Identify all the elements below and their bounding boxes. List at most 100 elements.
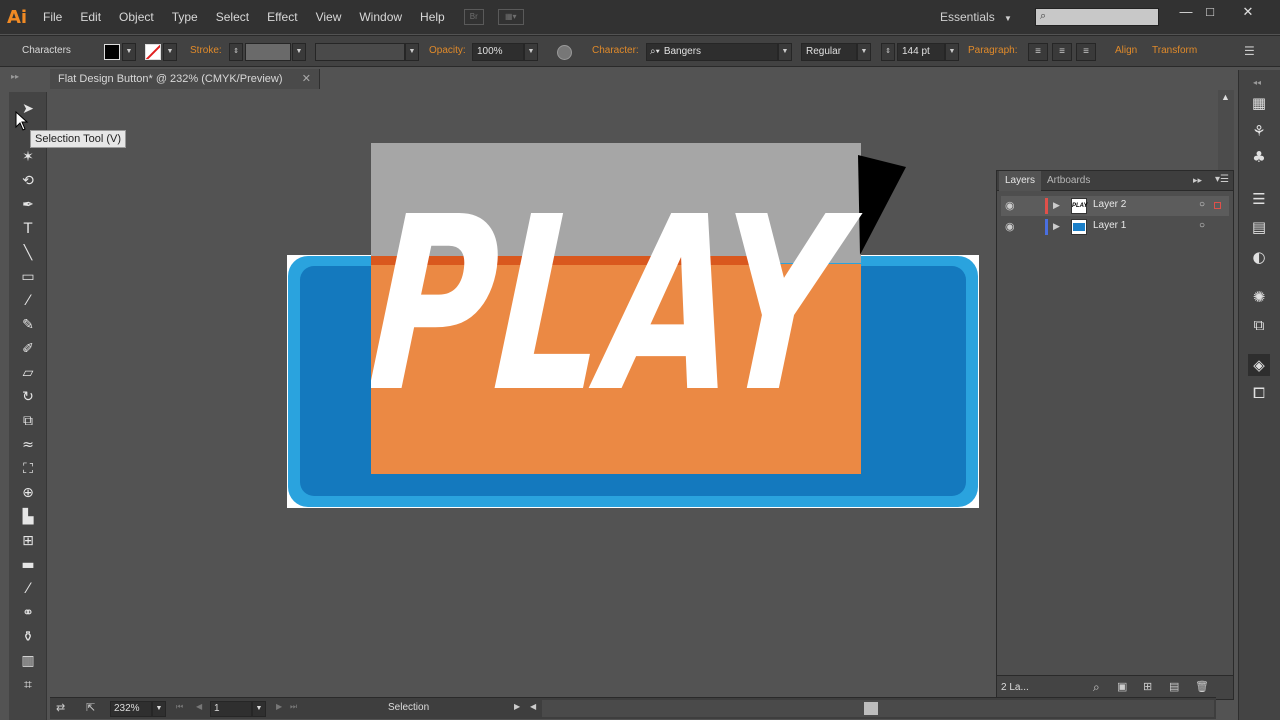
collapse-panel-icon[interactable]: ▸▸ <box>1193 175 1202 186</box>
type-tool-icon[interactable]: T <box>17 218 39 240</box>
maximize-button[interactable]: □ <box>1198 4 1222 20</box>
symbol-sprayer-tool-icon[interactable]: ⚱ <box>17 626 39 648</box>
align-left-icon[interactable]: ≡ <box>1028 43 1048 61</box>
pencil-tool-icon[interactable]: ✎ <box>17 314 39 336</box>
gradient-panel-icon[interactable]: ▤ <box>1248 216 1270 238</box>
blend-tool-icon[interactable]: ⚭ <box>17 602 39 624</box>
layer-row[interactable]: ◉ ▶ Layer 1 ○ <box>1001 217 1229 237</box>
tab-layers[interactable]: Layers <box>999 171 1042 191</box>
minimize-button[interactable]: — <box>1174 4 1198 20</box>
play-text-object[interactable]: PLAY <box>371 143 871 413</box>
free-transform-tool-icon[interactable]: ⛶ <box>17 458 39 480</box>
font-size-stepper[interactable]: ⇕ <box>881 43 895 61</box>
new-sublayer-icon[interactable]: ⊞ <box>1143 680 1152 693</box>
font-style-dropdown[interactable]: ▼ <box>857 43 871 61</box>
zoom-field[interactable]: 232% <box>110 701 152 717</box>
artboard-dropdown[interactable]: ▼ <box>252 701 266 717</box>
menu-window[interactable]: Window <box>350 0 411 34</box>
paragraph-label[interactable]: Paragraph: <box>968 45 1017 56</box>
arrange-documents-icon[interactable]: ▦▾ <box>497 9 524 25</box>
menu-help[interactable]: Help <box>411 0 454 34</box>
new-layer-icon[interactable]: ▤ <box>1169 680 1179 693</box>
menu-file[interactable]: File <box>34 0 71 34</box>
eyedropper-tool-icon[interactable]: ⁄ <box>17 578 39 600</box>
opacity-label[interactable]: Opacity: <box>429 45 466 56</box>
panel-menu-icon[interactable]: ☰ <box>1244 44 1255 58</box>
font-size-dropdown[interactable]: ▼ <box>945 43 959 61</box>
shape-builder-tool-icon[interactable]: ⊕ <box>17 482 39 504</box>
panel-menu-icon[interactable]: ▾☰ <box>1215 174 1229 185</box>
menu-edit[interactable]: Edit <box>71 0 110 34</box>
font-family-dropdown[interactable]: ▼ <box>778 43 792 61</box>
scroll-left-icon[interactable]: ◀ <box>530 702 536 711</box>
share-icon[interactable]: ⇱ <box>86 701 95 714</box>
menu-view[interactable]: View <box>307 0 351 34</box>
recolor-icon[interactable] <box>557 45 572 60</box>
fill-swatch[interactable] <box>104 44 120 60</box>
width-tool-icon[interactable]: ≈ <box>17 434 39 456</box>
tab-artboards[interactable]: Artboards <box>1041 171 1096 191</box>
artboard-number-field[interactable]: 1 <box>210 701 252 717</box>
graph-tool-icon[interactable]: ▥ <box>17 650 39 672</box>
close-icon[interactable]: ✕ <box>302 69 311 89</box>
character-label[interactable]: Character: <box>592 45 639 56</box>
eye-icon[interactable]: ◉ <box>1005 220 1015 233</box>
opacity-dropdown[interactable]: ▼ <box>524 43 538 61</box>
paintbrush-tool-icon[interactable]: ⁄ <box>17 290 39 312</box>
menu-select[interactable]: Select <box>207 0 258 34</box>
layers-icon[interactable]: ◈ <box>1248 354 1270 376</box>
layer-name[interactable]: Layer 2 <box>1093 199 1126 210</box>
previous-artboard-icon[interactable]: ◀ <box>196 702 202 711</box>
gradient-tool-icon[interactable]: ▬ <box>17 554 39 576</box>
transform-panel-link[interactable]: Transform <box>1152 45 1197 56</box>
eraser-tool-icon[interactable]: ▱ <box>17 362 39 384</box>
align-right-icon[interactable]: ≡ <box>1076 43 1096 61</box>
target-icon[interactable]: ○ <box>1199 220 1205 231</box>
menu-object[interactable]: Object <box>110 0 163 34</box>
target-icon[interactable]: ○ <box>1199 199 1205 210</box>
make-clipping-mask-icon[interactable]: ▣ <box>1117 680 1127 693</box>
symbols-icon[interactable]: ♣ <box>1248 146 1270 168</box>
variable-width-profile[interactable] <box>315 43 405 61</box>
dock-grip[interactable]: ◂◂ <box>1253 78 1261 87</box>
opacity-field[interactable]: 100% <box>472 43 524 61</box>
close-window-button[interactable]: ✕ <box>1236 4 1260 20</box>
artboard-tool-icon[interactable]: ⌗ <box>17 674 39 696</box>
font-style-field[interactable]: Regular <box>801 43 857 61</box>
menu-type[interactable]: Type <box>163 0 207 34</box>
pen-tool-icon[interactable]: ✒ <box>17 194 39 216</box>
transparency-icon[interactable]: ◐ <box>1248 246 1270 268</box>
layer-row[interactable]: ◉ ▶ PLAY Layer 2 ○ <box>1001 196 1229 216</box>
horizontal-scroll-thumb[interactable] <box>864 702 878 715</box>
stroke-weight-dropdown[interactable]: ▼ <box>292 43 306 61</box>
line-tool-icon[interactable]: ╲ <box>17 242 39 264</box>
color-guide-icon[interactable]: ▦ <box>1248 92 1270 114</box>
selection-indicator[interactable] <box>1214 202 1221 209</box>
brushes-icon[interactable]: ⚘ <box>1248 120 1270 142</box>
zoom-dropdown[interactable]: ▼ <box>152 701 166 717</box>
rotate-tool-icon[interactable]: ↻ <box>17 386 39 408</box>
horizontal-scrollbar[interactable] <box>542 700 1214 717</box>
perspective-grid-tool-icon[interactable]: ▙ <box>17 506 39 528</box>
fill-dropdown[interactable]: ▼ <box>122 43 136 61</box>
magic-wand-tool-icon[interactable]: ✶ <box>17 146 39 168</box>
profile-dropdown[interactable]: ▼ <box>405 43 419 61</box>
appearance-icon[interactable]: ✺ <box>1248 286 1270 308</box>
help-search-input[interactable]: ⌕ <box>1035 8 1159 26</box>
stroke-panel-icon[interactable]: ☰ <box>1248 188 1270 210</box>
last-artboard-icon[interactable]: ⏭ <box>290 702 297 712</box>
menu-effect[interactable]: Effect <box>258 0 306 34</box>
locate-object-icon[interactable]: ⌕ <box>1093 680 1100 695</box>
stroke-dropdown[interactable]: ▼ <box>163 43 177 61</box>
layer-name[interactable]: Layer 1 <box>1093 220 1126 231</box>
document-tab[interactable]: Flat Design Button* @ 232% (CMYK/Preview… <box>50 69 320 89</box>
rectangle-tool-icon[interactable]: ▭ <box>17 266 39 288</box>
font-family-field[interactable]: ⌕▾ Bangers <box>646 43 778 61</box>
stroke-swatch[interactable] <box>145 44 161 60</box>
eye-icon[interactable]: ◉ <box>1005 199 1015 212</box>
scale-tool-icon[interactable]: ⧉ <box>17 410 39 432</box>
stroke-weight-field[interactable] <box>245 43 291 61</box>
trash-icon[interactable]: 🗑 <box>1195 680 1209 693</box>
next-artboard-icon[interactable]: ▶ <box>276 702 282 711</box>
graphic-styles-icon[interactable]: ⧉ <box>1248 314 1270 336</box>
